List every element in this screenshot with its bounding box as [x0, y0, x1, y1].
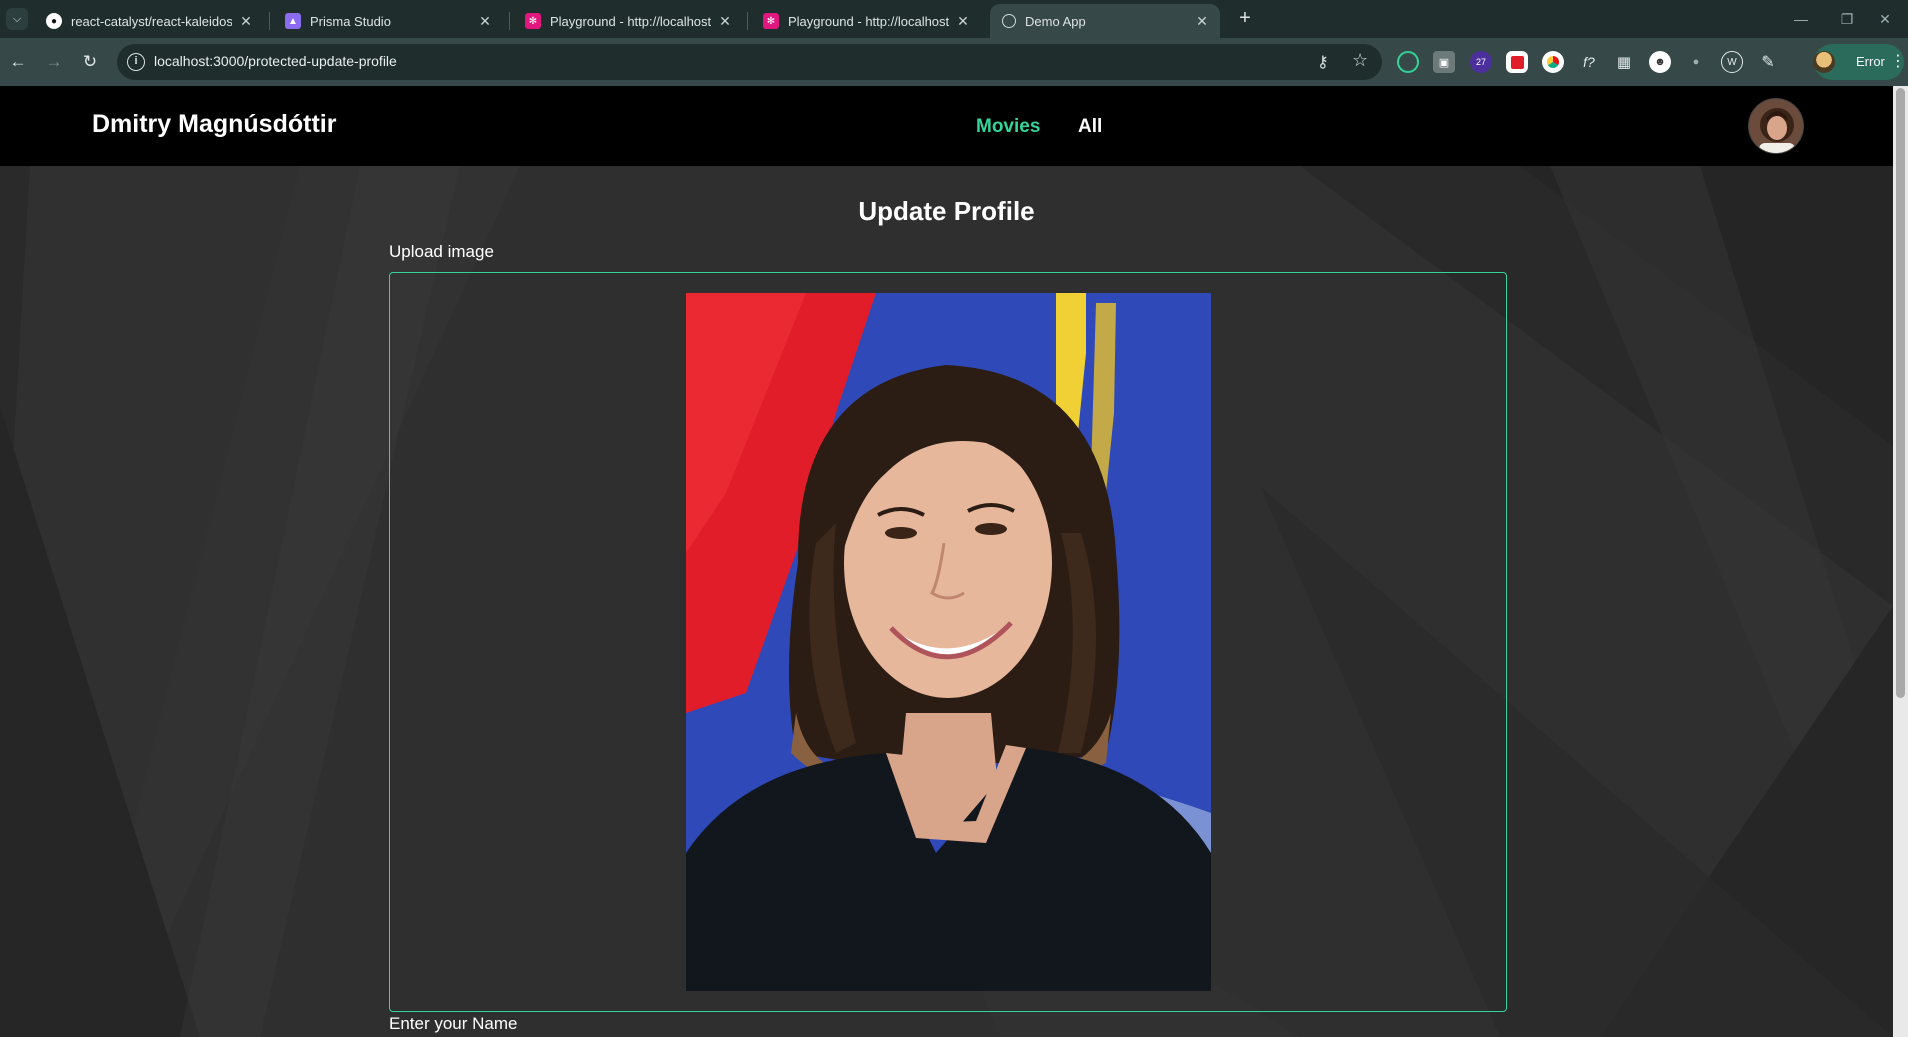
face-extension-icon[interactable]: ☻ — [1649, 51, 1671, 73]
close-tab-icon[interactable]: ✕ — [1194, 13, 1210, 29]
browser-menu-icon[interactable]: ⋮ — [1890, 51, 1906, 71]
profile-avatar-icon[interactable] — [1813, 51, 1835, 73]
browser-tab[interactable]: ● react-catalyst/react-kaleidoscop ✕ — [34, 4, 264, 38]
camera-extension-icon[interactable]: ▣ — [1433, 51, 1455, 73]
browser-tab[interactable]: ✻ Playground - http://localhost:5( ✕ — [751, 4, 981, 38]
back-button[interactable]: ← — [6, 50, 30, 74]
user-avatar[interactable] — [1748, 98, 1804, 154]
tab-separator — [269, 12, 270, 30]
app-navbar: Dmitry Magnúsdóttir Movies All — [0, 86, 1893, 166]
profile-status-text: Error — [1856, 54, 1885, 69]
color-pen-extension-icon[interactable] — [1542, 51, 1564, 73]
url-text[interactable]: localhost:3000/protected-update-profile — [154, 53, 397, 69]
scrollbar-thumb[interactable] — [1896, 88, 1905, 698]
tab-separator — [509, 12, 510, 30]
nav-link-movies[interactable]: Movies — [976, 116, 1040, 138]
prisma-icon: ▲ — [285, 13, 301, 29]
page-title: Update Profile — [858, 196, 1035, 226]
close-tab-icon[interactable]: ✕ — [717, 13, 733, 29]
close-tab-icon[interactable]: ✕ — [238, 13, 254, 29]
close-tab-icon[interactable]: ✕ — [477, 13, 493, 29]
page-viewport: Dmitry Magnúsdóttir Movies All Update Pr… — [0, 86, 1908, 1037]
new-tab-button[interactable]: + — [1232, 8, 1258, 30]
tab-title: react-catalyst/react-kaleidoscop — [71, 13, 232, 29]
browser-tab-strip: ⌵ ● react-catalyst/react-kaleidoscop ✕ ▲… — [0, 0, 1908, 38]
tab-title: Demo App — [1025, 13, 1086, 29]
tab-search-button[interactable]: ⌵ — [6, 8, 28, 30]
browser-tab-active[interactable]: Demo App ✕ — [990, 4, 1220, 38]
password-key-icon[interactable]: ⚷ — [1317, 52, 1329, 72]
extensions-puzzle-icon[interactable]: ✎ — [1757, 51, 1779, 73]
extension-badge-count: 27 — [1475, 57, 1486, 67]
reload-button[interactable]: ↻ — [78, 50, 102, 74]
close-window-button[interactable]: ✕ — [1862, 6, 1908, 32]
close-tab-icon[interactable]: ✕ — [955, 13, 971, 29]
bookmark-star-icon[interactable]: ☆ — [1352, 50, 1368, 71]
page-scrollbar[interactable] — [1893, 86, 1908, 1037]
tab-title: Prisma Studio — [310, 13, 391, 29]
red-square-extension-icon[interactable] — [1506, 51, 1528, 73]
notes-extension-icon[interactable]: ▦ — [1613, 51, 1635, 73]
tab-title: Playground - http://localhost:5( — [550, 13, 711, 29]
profile-image-preview[interactable] — [686, 293, 1211, 991]
extension-ring-icon[interactable] — [1397, 51, 1419, 73]
figure-extension-icon[interactable]: ● — [1685, 51, 1707, 73]
graphql-icon: ✻ — [763, 13, 779, 29]
portrait-photo — [686, 293, 1211, 991]
globe-icon — [1002, 14, 1016, 28]
name-field-label: Enter your Name — [389, 1014, 518, 1033]
site-info-icon[interactable]: i — [127, 53, 145, 71]
browser-tab[interactable]: ✻ Playground - http://localhost:5( ✕ — [513, 4, 743, 38]
graphql-icon: ✻ — [525, 13, 541, 29]
tab-title: Playground - http://localhost:5( — [788, 13, 949, 29]
formula-extension-icon[interactable]: f? — [1578, 51, 1600, 73]
upload-image-label: Upload image — [389, 242, 494, 261]
browser-tab[interactable]: ▲ Prisma Studio ✕ — [273, 4, 503, 38]
tab-separator — [747, 12, 748, 30]
github-icon: ● — [46, 13, 62, 29]
nav-link-all[interactable]: All — [1078, 116, 1102, 138]
minimize-button[interactable]: — — [1778, 6, 1824, 32]
extension-badge-icon[interactable]: 27 — [1470, 51, 1492, 73]
browser-toolbar: ← → ↻ i localhost:3000/protected-update-… — [0, 38, 1908, 86]
w-extension-icon[interactable]: W — [1721, 51, 1743, 73]
forward-button[interactable]: → — [42, 50, 66, 74]
address-bar[interactable]: i localhost:3000/protected-update-profil… — [117, 44, 1382, 80]
avatar-portrait-image — [1749, 99, 1803, 153]
brand-name[interactable]: Dmitry Magnúsdóttir — [92, 110, 336, 139]
